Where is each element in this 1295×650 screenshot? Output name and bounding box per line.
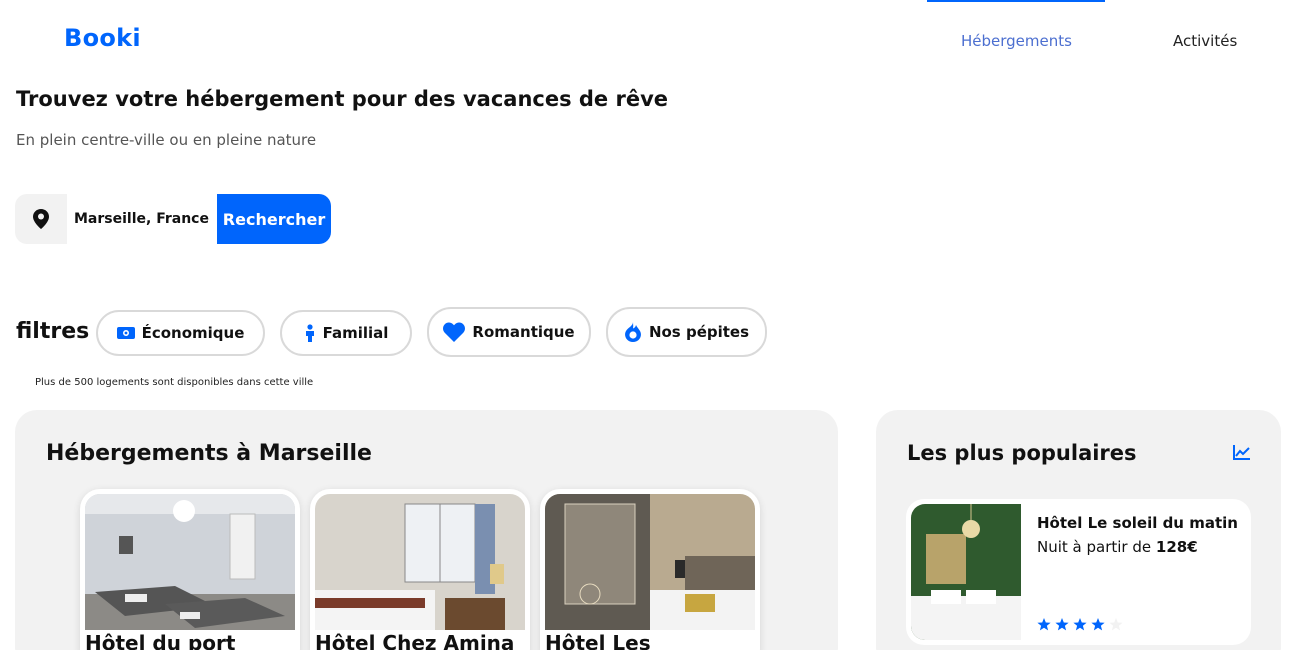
filter-nos-pepites[interactable]: Nos pépites <box>606 307 767 357</box>
listing-name: Hôtel Chez Amina <box>315 631 515 650</box>
money-icon <box>116 327 135 339</box>
listing-card-1[interactable]: Hôtel du port <box>80 489 300 650</box>
heart-icon <box>443 322 466 342</box>
filter-label: Économique <box>141 324 245 342</box>
page-title: Trouvez votre hébergement pour des vacan… <box>16 87 669 111</box>
nav-active-indicator <box>927 0 1105 2</box>
nav-hebergements[interactable]: Hébergements <box>961 32 1072 50</box>
nav-activites[interactable]: Activités <box>1173 32 1237 50</box>
filter-economique[interactable]: Économique <box>96 310 265 356</box>
popular-photo <box>911 504 1021 640</box>
filter-label: Romantique <box>472 323 575 341</box>
popular-name: Hôtel Le soleil du matin <box>1037 514 1238 532</box>
listing-name: Hôtel du port <box>85 631 236 650</box>
popular-price: Nuit à partir de 128€ <box>1037 538 1198 556</box>
popular-title: Les plus populaires <box>907 441 1137 465</box>
star-rating <box>1037 618 1123 631</box>
listing-photo <box>545 494 755 630</box>
filter-romantique[interactable]: Romantique <box>427 307 591 357</box>
filter-label: Nos pépites <box>648 323 750 341</box>
star-icon <box>1037 618 1051 631</box>
star-icon <box>1073 618 1087 631</box>
listing-name: Hôtel Les <box>545 631 651 650</box>
filter-familial[interactable]: Familial <box>280 310 412 356</box>
listings-title: Hébergements à Marseille <box>46 441 372 466</box>
fire-icon <box>624 322 642 342</box>
star-icon <box>1055 618 1069 631</box>
star-empty-icon <box>1109 618 1123 631</box>
trend-chart-icon <box>1233 445 1250 460</box>
page-subtitle: En plein centre-ville ou en pleine natur… <box>16 131 317 149</box>
location-pin-icon <box>33 209 49 229</box>
popular-card[interactable]: Hôtel Le soleil du matin Nuit à partir d… <box>906 499 1251 645</box>
person-icon <box>304 324 316 342</box>
listing-photo <box>85 494 295 630</box>
search-button[interactable]: Rechercher <box>217 194 331 244</box>
booki-logo[interactable]: Booki <box>64 24 141 52</box>
filters-label: filtres <box>16 319 90 344</box>
star-icon <box>1091 618 1105 631</box>
search-location-box <box>15 194 67 244</box>
listing-card-3[interactable]: Hôtel Les <box>540 489 760 650</box>
listing-photo <box>315 494 525 630</box>
listing-card-2[interactable]: Hôtel Chez Amina <box>310 489 530 650</box>
search-input[interactable] <box>67 194 217 244</box>
filter-label: Familial <box>322 324 389 342</box>
availability-note: Plus de 500 logements sont disponibles d… <box>35 377 314 388</box>
